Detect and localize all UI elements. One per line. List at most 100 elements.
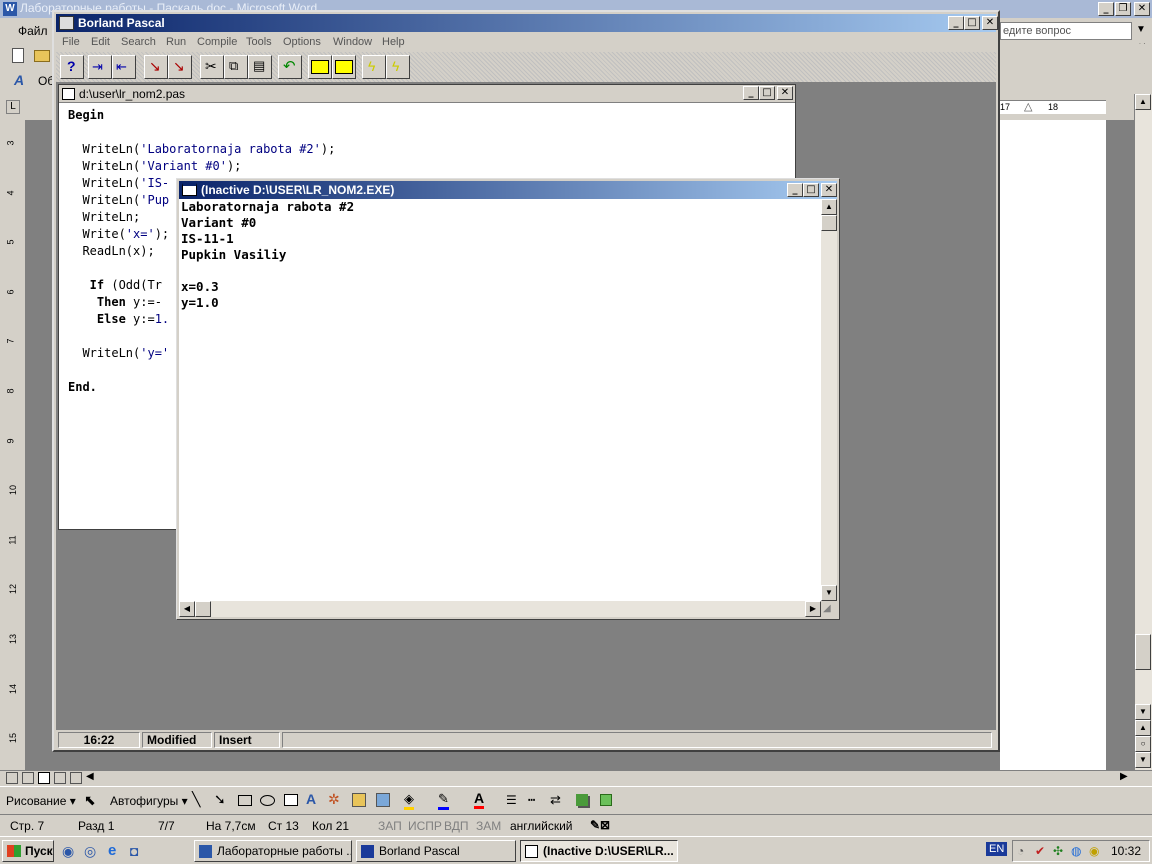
line-style-icon[interactable]: ☰ [506, 793, 517, 807]
select-objects-icon[interactable]: ⬉ [84, 792, 96, 809]
outline-view-icon[interactable] [54, 772, 66, 784]
outlook-quicklaunch-icon[interactable]: ◘ [130, 843, 138, 859]
word-document-page[interactable] [1000, 120, 1106, 770]
word-menu-file[interactable]: Файл [18, 24, 48, 38]
word-scroll-up-button[interactable]: ▲ [1135, 94, 1151, 110]
word-horizontal-scrollbar[interactable]: ◀ ▶ [0, 770, 1152, 786]
start-button[interactable]: Пуск [2, 840, 54, 862]
word-ask-dropdown-icon[interactable]: ▼ [1136, 24, 1146, 35]
textbox-tool-icon[interactable] [284, 794, 298, 806]
rectangle-tool-icon[interactable] [238, 795, 252, 806]
tray-icon-4[interactable]: ◍ [1071, 844, 1081, 858]
cut-button[interactable]: ✂ [200, 55, 224, 79]
word-scroll-thumb[interactable] [1135, 634, 1151, 670]
open-file-button[interactable] [308, 55, 332, 79]
3d-style-icon[interactable] [600, 794, 612, 806]
menu-tools[interactable]: Tools [246, 36, 272, 48]
print-view-icon[interactable] [38, 772, 50, 784]
clipart-tool-icon[interactable] [352, 793, 366, 807]
line-color-icon[interactable]: ✎ [438, 791, 449, 810]
line-tool-icon[interactable]: ╲ [192, 791, 200, 808]
word-ask-question-box[interactable]: едите вопрос [1000, 22, 1132, 40]
console-scroll-right-button[interactable]: ▶ [805, 601, 821, 617]
hscroll-right-icon[interactable]: ▶ [1120, 771, 1128, 782]
console-window[interactable]: (Inactive D:\USER\LR_NOM2.EXE) _ □ ✕ Lab… [176, 178, 840, 620]
step-over-button[interactable]: ⇥ [88, 55, 112, 79]
fill-color-icon[interactable]: ◈ [404, 791, 414, 810]
menu-help[interactable]: Help [382, 36, 405, 48]
menu-compile[interactable]: Compile [197, 36, 237, 48]
undo-button[interactable]: ↶ [278, 55, 302, 79]
status-ext[interactable]: ВДП [444, 819, 469, 833]
tray-icon-5[interactable]: ◉ [1089, 844, 1099, 858]
status-rec[interactable]: ЗАП [378, 819, 402, 833]
tray-icon-2[interactable]: ✔ [1035, 844, 1045, 858]
word-minimize-button[interactable]: _ [1098, 2, 1114, 16]
word-close-button[interactable]: ✕ [1134, 2, 1150, 16]
save-file-button[interactable] [332, 55, 356, 79]
menu-file[interactable]: File [62, 36, 80, 48]
help-button[interactable]: ? [60, 55, 84, 79]
copy-button[interactable]: ⧉ [224, 55, 248, 79]
menu-edit[interactable]: Edit [91, 36, 110, 48]
word-restore-button[interactable]: ❐ [1115, 2, 1131, 16]
normal-view-icon[interactable] [6, 772, 18, 784]
menu-run[interactable]: Run [166, 36, 186, 48]
menu-search[interactable]: Search [121, 36, 156, 48]
menu-window[interactable]: Window [333, 36, 372, 48]
hscroll-left-icon[interactable]: ◀ [86, 771, 94, 782]
styles-icon[interactable]: A [14, 72, 24, 88]
borland-minimize-button[interactable]: _ [948, 16, 964, 30]
console-vertical-scrollbar[interactable]: ▲ ▼ [821, 199, 837, 601]
build-button[interactable]: ϟ [386, 55, 410, 79]
word-vertical-scrollbar[interactable]: ▲ ▼ ▲ ○ ▼ [1134, 94, 1152, 770]
tab-selector-button[interactable]: L [6, 100, 20, 114]
word-next-page-button[interactable]: ▼ [1135, 752, 1151, 768]
compile-button[interactable]: ϟ [362, 55, 386, 79]
ruler-indent-marker-icon[interactable]: △ [1024, 100, 1032, 113]
console-hscroll-thumb[interactable] [195, 601, 211, 617]
console-scroll-thumb[interactable] [821, 215, 837, 231]
search-quicklaunch-icon[interactable]: ◉ [62, 843, 74, 860]
taskbar-item-word[interactable]: Лабораторные работы ... [194, 840, 352, 862]
taskbar-item-console[interactable]: (Inactive D:\USER\LR... [520, 840, 678, 862]
new-document-icon[interactable] [12, 48, 24, 63]
editor-close-button[interactable]: ✕ [777, 86, 793, 100]
tray-icon-3[interactable]: ✣ [1053, 844, 1063, 858]
word-browse-object-button[interactable]: ○ [1135, 736, 1151, 752]
status-trk[interactable]: ИСПР [408, 819, 442, 833]
status-ovr[interactable]: ЗАМ [476, 819, 501, 833]
borland-title-bar[interactable]: Borland Pascal _ □ ✕ [56, 14, 998, 32]
console-scroll-down-button[interactable]: ▼ [821, 585, 837, 601]
make-button[interactable]: ↘ [168, 55, 192, 79]
ie-quicklaunch-icon[interactable]: e [108, 842, 116, 859]
editor-maximize-button[interactable]: □ [759, 86, 775, 100]
word-prev-page-button[interactable]: ▲ [1135, 720, 1151, 736]
dash-style-icon[interactable]: ┅ [528, 793, 535, 807]
language-indicator[interactable]: EN [986, 842, 1008, 856]
oval-tool-icon[interactable] [260, 795, 275, 806]
diagram-tool-icon[interactable]: ✲ [328, 791, 340, 808]
console-close-button[interactable]: ✕ [821, 183, 837, 197]
web-view-icon[interactable] [22, 772, 34, 784]
media-quicklaunch-icon[interactable]: ◎ [84, 843, 96, 860]
spelling-status-icon[interactable]: ✎⊠ [590, 818, 610, 832]
console-horizontal-scrollbar[interactable]: ◀ ▶ [179, 601, 821, 617]
trace-into-button[interactable]: ⇤ [112, 55, 136, 79]
open-folder-icon[interactable] [34, 50, 50, 62]
autoshapes-menu[interactable]: Автофигуры ▾ [110, 794, 188, 808]
reading-view-icon[interactable] [70, 772, 82, 784]
shadow-style-icon[interactable] [576, 794, 588, 806]
console-scroll-left-button[interactable]: ◀ [179, 601, 195, 617]
run-button[interactable]: ↘ [144, 55, 168, 79]
paste-button[interactable]: ▤ [248, 55, 272, 79]
wordart-tool-icon[interactable]: A [306, 791, 316, 807]
console-title-bar[interactable]: (Inactive D:\USER\LR_NOM2.EXE) _ □ ✕ [179, 181, 837, 199]
borland-close-button[interactable]: ✕ [982, 16, 998, 30]
arrow-style-icon[interactable]: ⇄ [550, 792, 561, 808]
resize-grip-icon[interactable]: ◢ [823, 603, 831, 614]
picture-tool-icon[interactable] [376, 793, 390, 807]
editor-title-bar[interactable]: d:\user\lr_nom2.pas _ □ ✕ [59, 85, 795, 103]
word-scroll-down-button[interactable]: ▼ [1135, 704, 1151, 720]
tray-icon-1[interactable]: ◔ [1017, 844, 1024, 858]
